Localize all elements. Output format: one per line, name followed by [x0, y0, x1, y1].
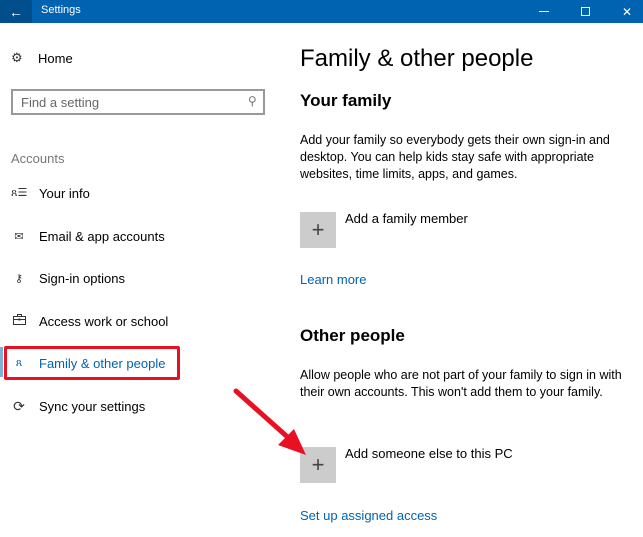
sidebar-item-your-info[interactable]: ጸ☰ Your info	[11, 182, 90, 204]
sidebar-item-label: Sync your settings	[39, 398, 146, 414]
close-button[interactable]: ✕	[604, 0, 643, 23]
envelope-icon: ✉	[14, 230, 24, 243]
back-arrow-icon: ←	[9, 3, 23, 20]
plus-icon: +	[300, 212, 336, 248]
add-family-member-label: Add a family member	[345, 211, 468, 226]
search-icon[interactable]: ⚲	[248, 94, 257, 108]
learn-more-link[interactable]: Learn more	[300, 272, 366, 287]
sidebar-item-label: Your info	[39, 185, 90, 201]
add-someone-else-button[interactable]: + Add someone else to this PC	[300, 446, 513, 483]
sidebar-item-label: Access work or school	[39, 313, 169, 329]
maximize-button[interactable]	[562, 0, 608, 23]
sidebar-item-access-work[interactable]: Access work or school	[11, 310, 168, 332]
sync-icon: ⟳	[13, 397, 25, 414]
page-title: Family & other people	[300, 45, 534, 72]
selection-indicator	[0, 347, 3, 377]
annotation-arrow-icon	[233, 388, 306, 455]
window-title: Settings	[41, 4, 81, 16]
sidebar-item-label: Sign-in options	[39, 270, 125, 286]
key-icon: ⚷	[14, 272, 24, 285]
add-family-member-button[interactable]: + Add a family member	[300, 211, 468, 248]
briefcase-icon	[11, 314, 27, 328]
minimize-icon	[539, 11, 549, 12]
home-label: Home	[38, 50, 73, 66]
gear-icon: ⚙	[11, 50, 23, 65]
your-family-description: Add your family so everybody gets their …	[300, 133, 610, 181]
annotation-highlight-box	[4, 346, 180, 380]
person-list-icon: ጸ☰	[11, 187, 28, 199]
title-bar: ← Settings ✕	[0, 0, 643, 23]
section-label-accounts: Accounts	[11, 151, 65, 166]
other-people-heading: Other people	[300, 326, 405, 345]
other-people-description: Allow people who are not part of your fa…	[300, 368, 622, 399]
back-button[interactable]: ←	[0, 0, 32, 23]
search-input[interactable]	[13, 91, 233, 113]
your-family-heading: Your family	[300, 91, 392, 110]
set-up-assigned-access-link[interactable]: Set up assigned access	[300, 508, 437, 523]
minimize-button[interactable]	[521, 0, 567, 23]
sidebar-item-label: Email & app accounts	[39, 228, 165, 244]
sidebar-home[interactable]: ⚙ Home	[11, 50, 73, 66]
sidebar-item-sync-settings[interactable]: ⟳ Sync your settings	[11, 395, 145, 417]
close-icon: ✕	[621, 4, 633, 19]
sidebar-item-sign-in-options[interactable]: ⚷ Sign-in options	[11, 267, 125, 289]
maximize-icon	[580, 7, 590, 16]
search-box[interactable]: ⚲	[11, 89, 265, 115]
add-someone-else-label: Add someone else to this PC	[345, 446, 513, 461]
sidebar-item-email-accounts[interactable]: ✉ Email & app accounts	[11, 225, 165, 247]
